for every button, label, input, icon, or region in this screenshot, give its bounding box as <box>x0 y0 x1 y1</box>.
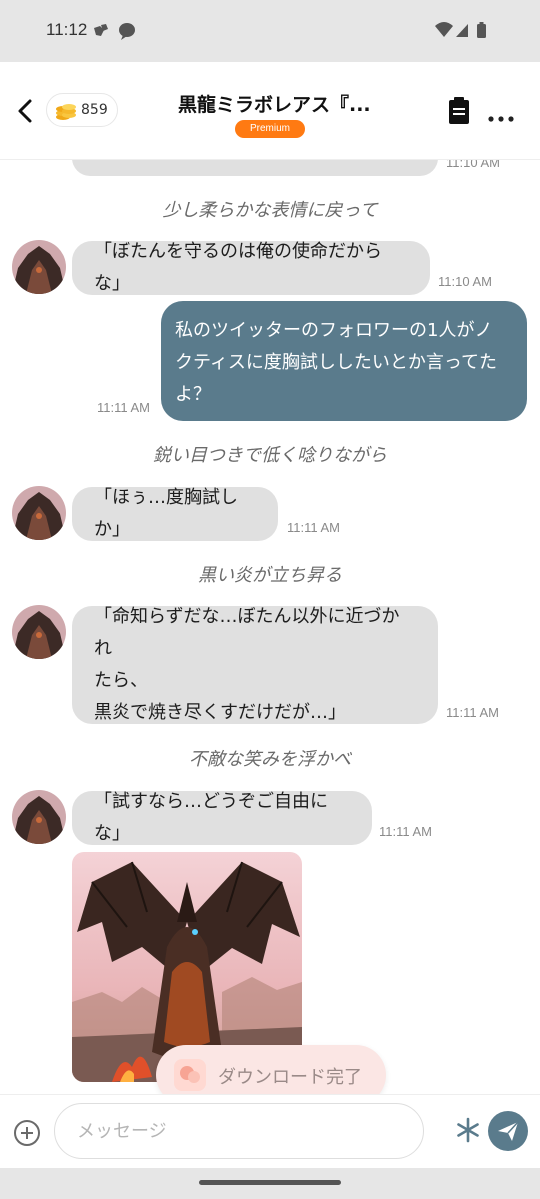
bot-message: 「試すなら…どうぞご自由にな」 <box>72 791 372 845</box>
avatar[interactable] <box>12 790 66 844</box>
chat-area[interactable]: 11:10 AM 少し柔らかな表情に戻って 「ぼたんを守るのは俺の使命だからな」… <box>0 160 540 1094</box>
narration: 黒い炎が立ち昇る <box>198 565 342 586</box>
message-text: 私のツイッターのフォロワーの1人がノ <box>175 320 493 341</box>
bot-message: 「ほぅ…度胸試しか」 <box>72 487 278 541</box>
message-time: 11:11 AM <box>287 520 340 535</box>
message-time: 11:10 AM <box>446 160 500 170</box>
coin-count: 859 <box>81 102 108 118</box>
premium-badge: Premium <box>235 120 305 138</box>
toast-text: ダウンロード完了 <box>218 1067 362 1088</box>
message-text: 「ぼたんを守るのは俺の使命だからな」 <box>94 241 382 294</box>
bot-bubble-partial <box>72 160 438 176</box>
message-text: クティスに度胸試ししたいとか言ってた <box>175 352 498 373</box>
memo-icon[interactable] <box>448 97 470 129</box>
send-button[interactable] <box>488 1111 528 1151</box>
message-time: 11:10 AM <box>438 274 492 289</box>
coin-stack-icon <box>55 100 77 126</box>
narration: 少し柔らかな表情に戻って <box>162 200 378 221</box>
avatar[interactable] <box>12 240 66 294</box>
bot-message: 「ぼたんを守るのは俺の使命だからな」 <box>72 241 430 295</box>
signal-icon <box>456 24 468 37</box>
message-text: 「試すなら…どうぞご自由にな」 <box>94 791 328 844</box>
status-time: 11:12 <box>46 20 88 39</box>
back-arrow-icon[interactable] <box>14 98 38 124</box>
user-message: 私のツイッターのフォロワーの1人がノ クティスに度胸試ししたいとか言ってた よ？ <box>161 301 527 421</box>
avatar[interactable] <box>12 486 66 540</box>
notification-icons <box>92 22 138 44</box>
avatar[interactable] <box>12 605 66 659</box>
chat-bubble-icon <box>174 1059 206 1091</box>
message-text: たら、 <box>94 670 148 691</box>
narration: 不敵な笑みを浮かべ <box>189 749 351 770</box>
chat-header: 859 黒龍ミラボレアス『... Premium <box>0 62 540 160</box>
wifi-icon <box>435 22 453 37</box>
system-icons <box>434 20 496 46</box>
home-handle[interactable] <box>199 1180 341 1185</box>
message-text: 黒炎で焼き尽くすだけだが…」 <box>94 702 346 723</box>
message-text: よ？ <box>175 384 211 405</box>
message-text: 「ほぅ…度胸試しか」 <box>94 487 238 540</box>
plus-circle-icon[interactable] <box>13 1119 41 1151</box>
navigation-bar <box>0 1168 540 1199</box>
bot-message: 「命知らずだな…ぼたん以外に近づかれ たら、 黒炎で焼き尽くすだけだが…」 <box>72 606 438 724</box>
narration: 鋭い目つきで低く唸りながら <box>153 445 387 466</box>
page-title: 黒龍ミラボレアス『... <box>178 94 371 116</box>
coin-balance[interactable]: 859 <box>46 93 118 127</box>
asterisk-icon[interactable] <box>455 1117 481 1147</box>
message-composer <box>0 1094 540 1168</box>
message-text: 「命知らずだな…ぼたん以外に近づかれ <box>94 606 400 659</box>
message-input[interactable] <box>54 1103 424 1159</box>
battery-icon <box>477 24 486 38</box>
message-time: 11:11 AM <box>446 705 499 720</box>
status-bar: 11:12 <box>0 0 540 62</box>
more-dots-icon[interactable] <box>488 107 514 126</box>
message-time: 11:11 AM <box>379 824 432 839</box>
send-icon <box>498 1121 519 1141</box>
message-time: 11:11 AM <box>97 400 150 415</box>
